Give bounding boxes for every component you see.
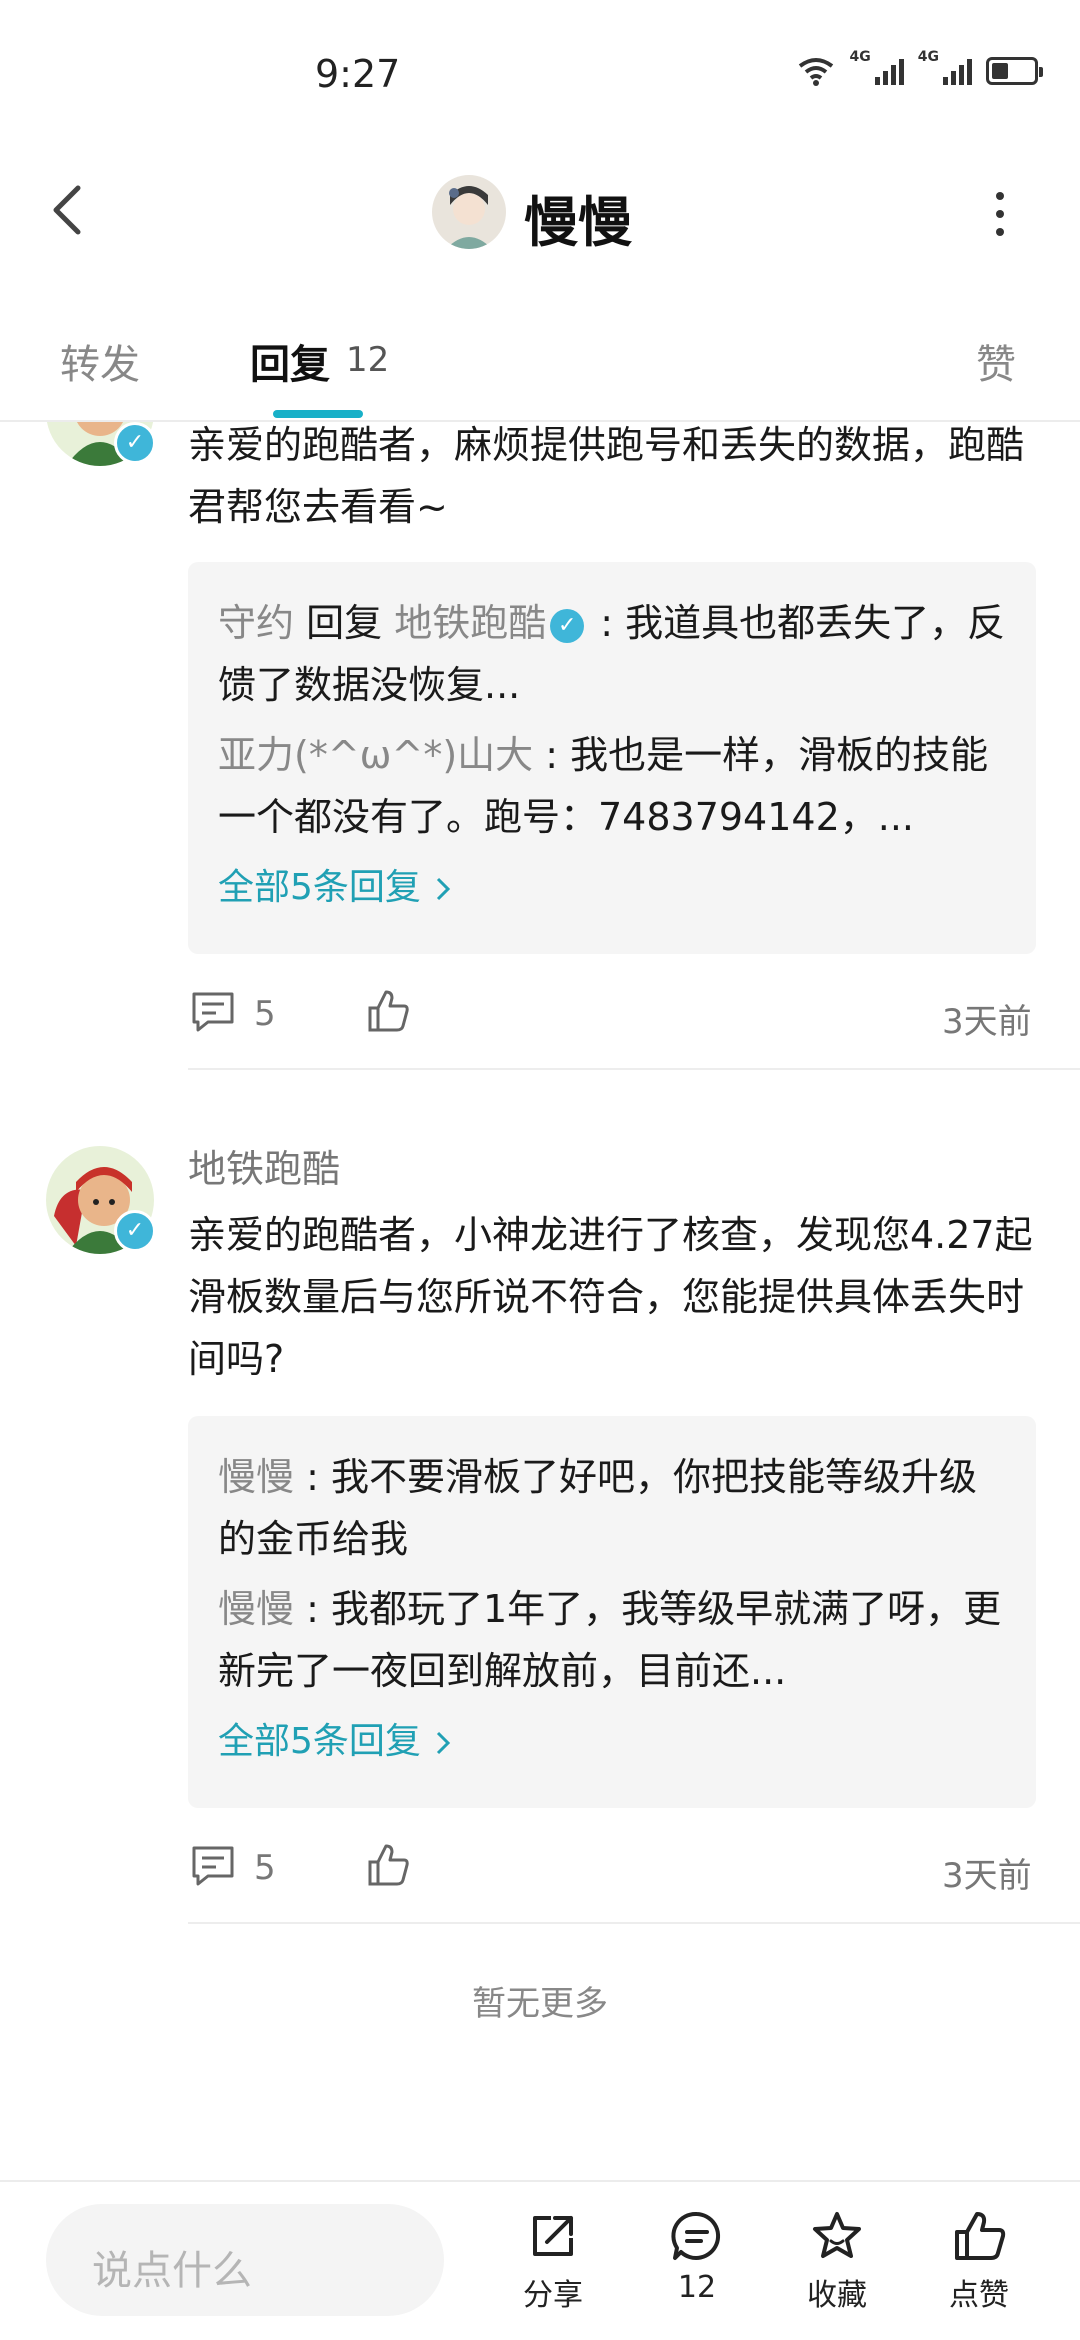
like-label: 点赞	[949, 2278, 1009, 2313]
reply-item[interactable]: 慢慢 : 我不要滑板了好吧，你把技能等级升级的金币给我	[188, 1416, 1036, 1570]
share-label: 分享	[523, 2278, 583, 2313]
reply-text: : 我不要滑板了好吧，你把技能等级升级的金币给我	[218, 1455, 977, 1561]
tab-reply-count: 12	[346, 340, 390, 380]
comment-1-replies[interactable]: 守约 回复 地铁跑酷 ✓ : 我道具也都丢失了，反馈了数据没恢复... 亚力(*^…	[188, 562, 1036, 954]
more-options-icon[interactable]	[990, 190, 1010, 238]
battery-icon	[986, 57, 1043, 85]
network-type-2: 4G	[917, 49, 939, 65]
thumbs-up-icon	[955, 2212, 1006, 2260]
reply-author[interactable]: 守约	[218, 601, 294, 645]
chevron-right-icon	[437, 1731, 451, 1755]
comment-divider	[188, 1068, 1080, 1070]
status-icons: 4G 4G	[796, 49, 1043, 86]
reply-to-label: 回复	[294, 601, 395, 645]
comment-icon	[671, 2211, 721, 2260]
tab-repost[interactable]: 转发	[60, 332, 140, 390]
reply-text: : 我都玩了1年了，我等级早就满了呀，更新完了一夜回到解放前，目前还...	[218, 1587, 1002, 1693]
bottom-divider	[0, 2180, 1080, 2182]
reply-author[interactable]: 慢慢	[218, 1455, 294, 1499]
comment-1-body: 亲爱的跑酷者，麻烦提供跑号和丢失的数据，跑酷君帮您去看看~	[188, 423, 1025, 529]
network-type-1: 4G	[849, 49, 871, 65]
all-replies-link[interactable]: 全部5条回复	[188, 848, 1036, 910]
comment-bubble-icon[interactable]	[190, 1844, 236, 1888]
comment-time: 3天前	[942, 1002, 1032, 1042]
verified-badge-icon: ✓	[114, 1210, 156, 1252]
verified-badge-icon: ✓	[550, 608, 585, 643]
header-avatar[interactable]	[432, 175, 506, 249]
favorite-label: 收藏	[807, 2278, 867, 2313]
verified-badge-icon: ✓	[114, 422, 156, 464]
all-replies-link[interactable]: 全部5条回复	[188, 1702, 1036, 1764]
reply-item[interactable]: 亚力(*^ω^*)山大 : 我也是一样，滑板的技能一个都没有了。跑号：74837…	[188, 716, 1036, 848]
all-replies-label: 全部5条回复	[218, 867, 421, 908]
reply-target[interactable]: 地铁跑酷	[394, 601, 546, 645]
favorite-button[interactable]: 收藏	[782, 2208, 892, 2314]
comments-button[interactable]: 12	[642, 2208, 752, 2305]
tab-reply[interactable]: 回复	[250, 332, 330, 390]
chevron-right-icon	[437, 877, 451, 901]
reply-count: 5	[254, 994, 276, 1034]
all-replies-label: 全部5条回复	[218, 1721, 421, 1762]
no-more-label: 暂无更多	[472, 1984, 608, 2024]
like-button[interactable]: 点赞	[924, 2208, 1034, 2314]
wifi-icon	[798, 58, 833, 86]
reply-author[interactable]: 慢慢	[218, 1587, 294, 1631]
comment-bubble-icon[interactable]	[190, 990, 236, 1034]
reply-item[interactable]: 守约 回复 地铁跑酷 ✓ : 我道具也都丢失了，反馈了数据没恢复...	[188, 562, 1036, 716]
thumbs-up-icon[interactable]	[366, 988, 410, 1034]
comment-2-body: 亲爱的跑酷者，小神龙进行了核查，发现您4.27起滑板数量后与您所说不符合，您能提…	[188, 1213, 1033, 1381]
back-arrow-icon[interactable]	[40, 180, 100, 240]
reply-count: 5	[254, 1848, 276, 1888]
comment-avatar-clip: ✓	[46, 422, 166, 466]
signal-icon	[874, 57, 904, 85]
comment-2-replies[interactable]: 慢慢 : 我不要滑板了好吧，你把技能等级升级的金币给我 慢慢 : 我都玩了1年了…	[188, 1416, 1036, 1808]
comments-count: 12	[677, 2270, 717, 2305]
comment-input-placeholder: 说点什么	[92, 2248, 252, 2294]
signal-icon-2	[943, 57, 972, 85]
comment-username[interactable]: 地铁跑酷	[188, 1138, 340, 1193]
status-time: 9:27	[315, 52, 401, 96]
comment-divider	[188, 1922, 1080, 1924]
share-button[interactable]: 分享	[498, 2208, 608, 2314]
tab-like[interactable]: 赞	[976, 332, 1016, 390]
comment-time: 3天前	[942, 1856, 1032, 1896]
reply-author[interactable]: 亚力(*^ω^*)山大	[218, 733, 533, 777]
star-icon	[813, 2212, 861, 2258]
reply-item[interactable]: 慢慢 : 我都玩了1年了，我等级早就满了呀，更新完了一夜回到解放前，目前还...	[188, 1570, 1036, 1702]
share-icon	[533, 2216, 573, 2256]
thumbs-up-icon[interactable]	[366, 1842, 410, 1888]
page-title: 慢慢	[524, 191, 632, 254]
